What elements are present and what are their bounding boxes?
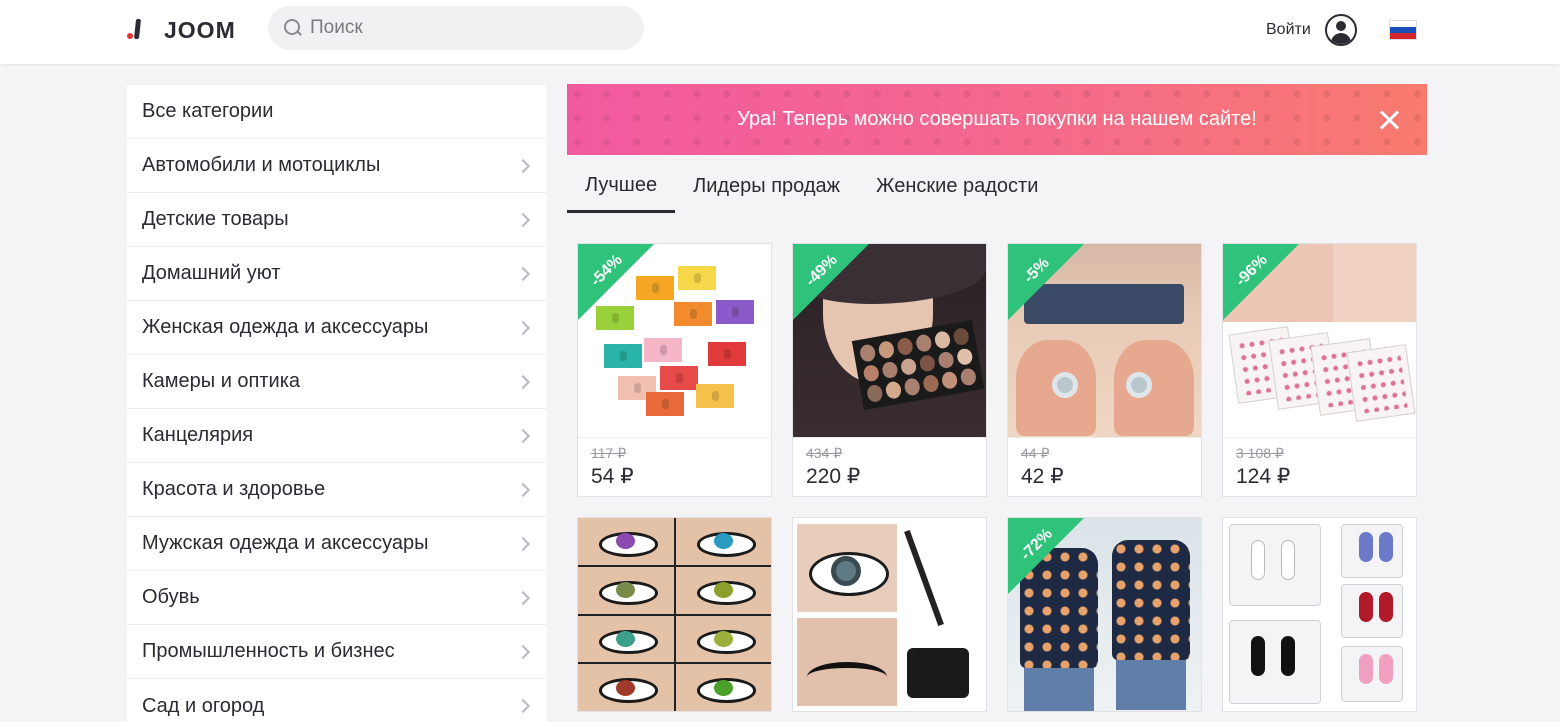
category-label: Все категории: [142, 100, 274, 122]
product-card[interactable]: -49% 434 ₽ 220 ₽: [792, 243, 987, 497]
chevron-right-icon: [515, 320, 531, 336]
chevron-right-icon: [515, 374, 531, 390]
product-card[interactable]: -5% 44 ₽ 42 ₽: [1007, 243, 1202, 497]
chevron-right-icon: [515, 158, 531, 174]
current-price: 54 ₽: [591, 465, 634, 488]
category-label: Канцелярия: [142, 424, 254, 446]
login-label: Войти: [1266, 21, 1311, 38]
product-image-colored-lenses: [578, 518, 771, 711]
chevron-right-icon: [515, 698, 531, 714]
chevron-right-icon: [515, 266, 531, 282]
old-price: 434 ₽: [806, 445, 843, 461]
chevron-right-icon: [515, 644, 531, 660]
category-item-women[interactable]: Женская одежда и аксессуары: [127, 301, 546, 355]
product-card[interactable]: -54% 117 ₽ 54 ₽: [577, 243, 772, 497]
current-price: 220 ₽: [806, 465, 861, 488]
product-image-hair-bows: -54%: [578, 244, 771, 437]
category-item-home[interactable]: Домашний уют: [127, 247, 546, 301]
price-block: 434 ₽ 220 ₽: [793, 437, 986, 496]
search-icon: [284, 19, 302, 37]
price-block: 117 ₽ 54 ₽: [578, 437, 771, 496]
user-icon[interactable]: [1324, 14, 1357, 46]
category-label: Детские товары: [142, 208, 289, 230]
old-price: 117 ₽: [591, 445, 627, 461]
old-price: 44 ₽: [1021, 445, 1050, 461]
category-label: Домашний уют: [142, 262, 281, 284]
product-card[interactable]: -72%: [1007, 517, 1202, 712]
product-image-nail-stickers: -96%: [1223, 244, 1416, 437]
category-item-stationery[interactable]: Канцелярия: [127, 409, 546, 463]
category-item-garden[interactable]: Сад и огород: [127, 679, 546, 722]
tab-women-joys[interactable]: Женские радости: [858, 160, 1056, 212]
category-item-auto[interactable]: Автомобили и мотоциклы: [127, 139, 546, 193]
category-item-cameras[interactable]: Камеры и оптика: [127, 355, 546, 409]
price-block: 44 ₽ 42 ₽: [1008, 437, 1201, 496]
category-label: Сад и огород: [142, 694, 265, 717]
chevron-right-icon: [515, 482, 531, 498]
category-label: Женская одежда и аксессуары: [142, 316, 429, 338]
chevron-right-icon: [515, 428, 531, 444]
logo-text: JOOM: [164, 16, 236, 43]
product-image-earphones: [1223, 518, 1416, 711]
product-card[interactable]: -96% 3 108 ₽ 124 ₽: [1222, 243, 1417, 497]
product-card[interactable]: [792, 517, 987, 712]
category-item-all[interactable]: Все категории: [127, 85, 546, 139]
category-label: Красота и здоровье: [142, 478, 326, 500]
product-image-makeup-palette: -49%: [793, 244, 986, 437]
product-card[interactable]: [1222, 517, 1417, 712]
chevron-right-icon: [515, 212, 531, 228]
category-label: Автомобили и мотоциклы: [142, 154, 381, 176]
category-item-industry[interactable]: Промышленность и бизнес: [127, 625, 546, 679]
joom-logo-icon: [126, 17, 146, 43]
product-card[interactable]: [577, 517, 772, 712]
category-item-men[interactable]: Мужская одежда и аксессуары: [127, 517, 546, 571]
price-block: 3 108 ₽ 124 ₽: [1223, 437, 1416, 496]
banner-text: Ура! Теперь можно совершать покупки на н…: [737, 108, 1257, 130]
category-label: Обувь: [142, 586, 200, 608]
search-input[interactable]: [310, 17, 610, 39]
category-label: Камеры и оптика: [142, 370, 301, 392]
top-header: JOOM Войти: [0, 0, 1560, 64]
chevron-right-icon: [515, 536, 531, 552]
current-price: 124 ₽: [1236, 465, 1291, 488]
category-label: Промышленность и бизнес: [142, 640, 395, 662]
tab-bestsellers[interactable]: Лидеры продаж: [675, 160, 858, 212]
product-image-eyeliner: [793, 518, 986, 711]
search-bar[interactable]: [268, 6, 644, 50]
old-price: 3 108 ₽: [1236, 445, 1284, 461]
category-label: Мужская одежда и аксессуары: [142, 532, 429, 554]
chevron-right-icon: [515, 590, 531, 606]
close-icon[interactable]: [1377, 108, 1401, 132]
joom-logo[interactable]: JOOM: [126, 16, 236, 44]
tab-best[interactable]: Лучшее: [567, 160, 676, 213]
category-item-shoes[interactable]: Обувь: [127, 571, 546, 625]
category-sidebar: Все категории Автомобили и мотоциклы Дет…: [127, 85, 546, 722]
feed-tabs: Лучшее Лидеры продаж Женские радости: [567, 160, 1056, 214]
russia-flag-icon[interactable]: [1389, 20, 1417, 40]
product-image-butterfly-tops: -72%: [1008, 518, 1201, 711]
category-item-kids[interactable]: Детские товары: [127, 193, 546, 247]
category-item-beauty[interactable]: Красота и здоровье: [127, 463, 546, 517]
current-price: 42 ₽: [1021, 465, 1064, 488]
promo-banner: Ура! Теперь можно совершать покупки на н…: [567, 84, 1427, 155]
login-button[interactable]: Войти: [1266, 14, 1357, 46]
product-image-toe-rings: -5%: [1008, 244, 1201, 437]
